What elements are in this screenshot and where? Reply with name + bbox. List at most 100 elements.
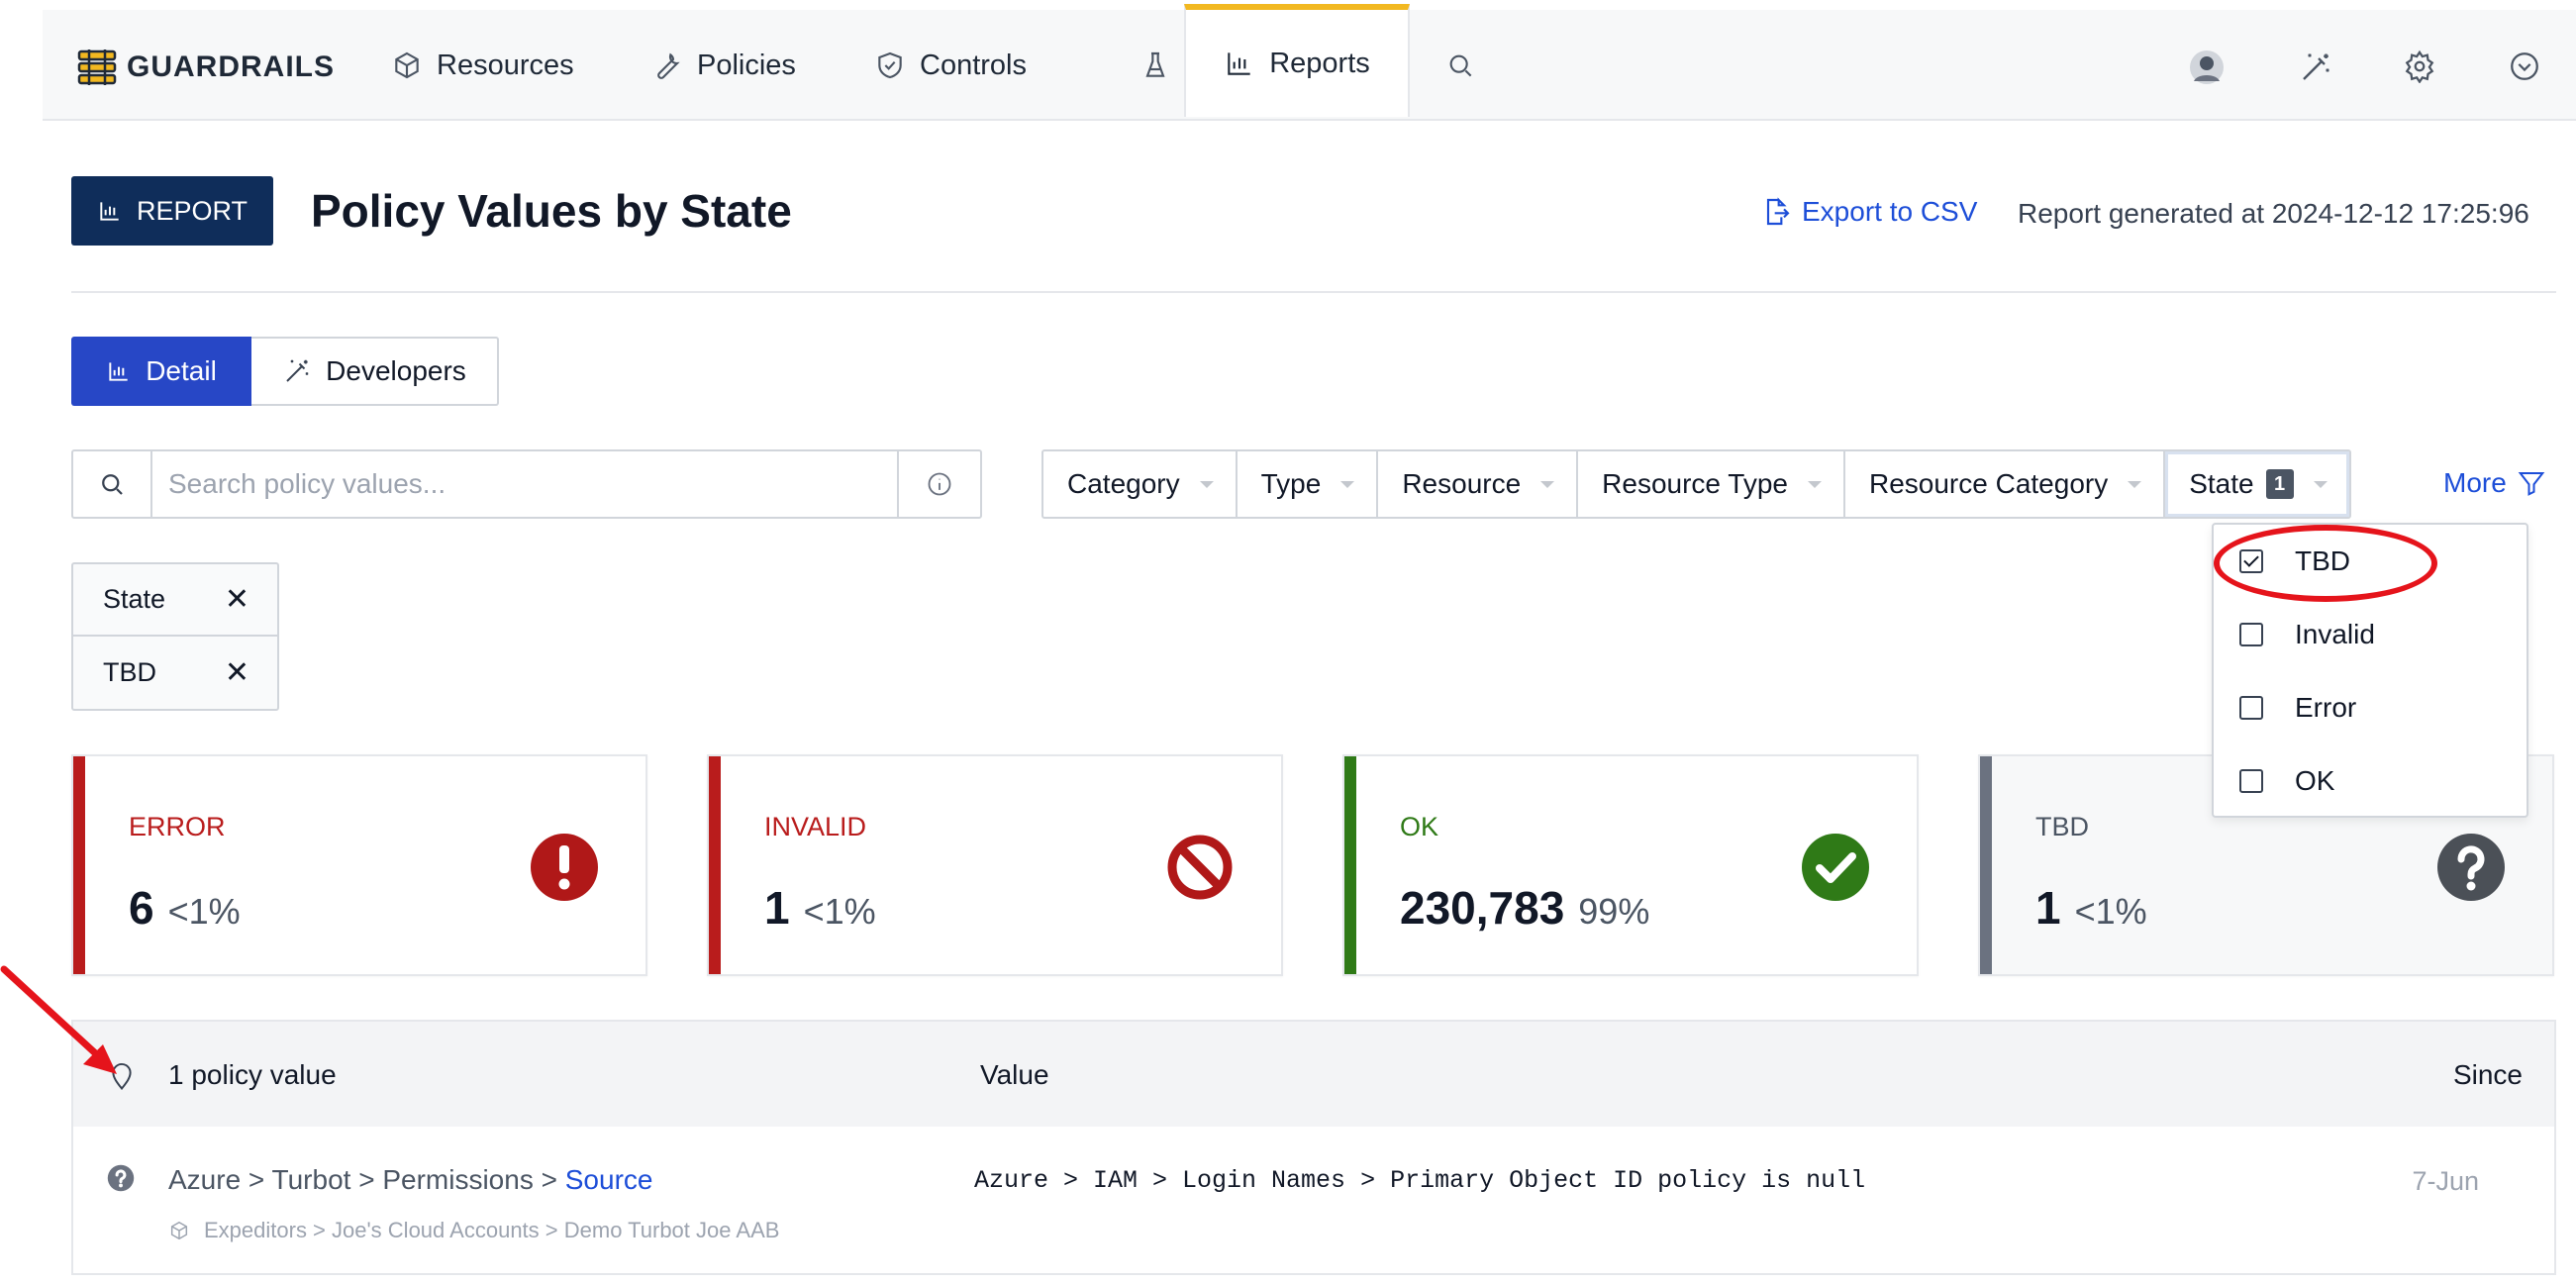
column-header-since[interactable]: Since [2453, 1059, 2523, 1091]
policy-path-breadcrumb: Azure > Turbot > Permissions > Source [168, 1164, 652, 1196]
card-value-row: 6 <1% [129, 881, 241, 935]
state-option-label: Invalid [2295, 619, 2375, 649]
card-percent: <1% [167, 891, 241, 932]
state-option-invalid[interactable]: Invalid [2214, 598, 2526, 671]
state-option-label: Error [2295, 692, 2357, 723]
caret-down-icon [1199, 480, 1214, 488]
nav-resources-label: Resources [437, 49, 574, 81]
stat-card-ok[interactable]: OK 230,783 99% [1342, 754, 1919, 976]
brand-name: GUARDRAILS [127, 50, 335, 83]
state-option-label: OK [2295, 765, 2335, 796]
nav-reports[interactable]: Reports [1184, 4, 1410, 117]
filter-resource-category-label: Resource Category [1868, 468, 2109, 499]
tab-developers[interactable]: Developers [251, 337, 499, 406]
resource-path-breadcrumb: Expeditors > Joe's Cloud Accounts > Demo… [168, 1218, 779, 1243]
nav-policies[interactable]: Policies [651, 10, 796, 121]
card-label: OK [1400, 812, 1439, 841]
nav-flask[interactable] [1139, 10, 1171, 121]
info-icon[interactable] [897, 451, 980, 517]
applied-filter-key: State ✕ [73, 564, 277, 637]
table-row[interactable]: Azure > Turbot > Permissions > Source Ex… [71, 1127, 2556, 1275]
cube-icon [170, 1221, 188, 1240]
nav-controls[interactable]: Controls [874, 10, 1027, 121]
checkbox-icon[interactable] [2239, 696, 2263, 720]
state-option-error[interactable]: Error [2214, 671, 2526, 744]
gear-icon [2405, 49, 2434, 84]
export-csv-label: Export to CSV [1802, 196, 1978, 227]
table-header: 1 policy value Value Since [71, 1020, 2556, 1129]
search-box [71, 449, 982, 519]
nav-controls-label: Controls [920, 49, 1027, 81]
stat-card-error[interactable]: ERROR 6 <1% [71, 754, 647, 976]
caret-down-icon [2313, 480, 2328, 488]
report-badge: REPORT [71, 176, 273, 246]
card-label: ERROR [129, 812, 226, 841]
settings-button[interactable] [2403, 49, 2438, 85]
column-header-value[interactable]: Value [980, 1059, 1049, 1091]
stat-card-invalid[interactable]: INVALID 1 <1% [707, 754, 1283, 976]
filter-state-count-badge: 1 [2265, 469, 2294, 499]
card-percent: <1% [2074, 891, 2147, 932]
since-date: 7-Jun [2412, 1166, 2479, 1196]
tab-detail-label: Detail [146, 355, 217, 386]
card-label: INVALID [764, 812, 867, 841]
checkbox-icon[interactable] [2239, 623, 2263, 646]
export-csv-link[interactable]: Export to CSV [1760, 196, 1977, 228]
bar-chart-icon [100, 202, 119, 221]
filter-state[interactable]: State 1 [2165, 451, 2348, 517]
caret-down-icon [2128, 480, 2142, 488]
tab-detail[interactable]: Detail [71, 337, 251, 406]
more-filters-button[interactable]: More [2443, 467, 2546, 499]
guardrails-logo-icon [77, 49, 117, 85]
state-option-ok[interactable]: OK [2214, 744, 2526, 818]
card-label: TBD [2035, 812, 2089, 841]
card-value: 230,783 [1400, 882, 1565, 934]
policy-source-link[interactable]: Source [565, 1164, 653, 1195]
check-circle-icon [1802, 834, 1869, 901]
card-value: 1 [2035, 882, 2061, 934]
card-value: 1 [764, 882, 790, 934]
filter-resource-category[interactable]: Resource Category [1845, 451, 2166, 517]
file-export-icon [1766, 197, 1790, 226]
remove-filter-key-icon[interactable]: ✕ [225, 582, 249, 617]
filter-resource[interactable]: Resource [1378, 451, 1579, 517]
magic-wand-button[interactable] [2298, 49, 2333, 85]
shield-check-icon [878, 51, 902, 79]
brand-logo[interactable]: GUARDRAILS [77, 49, 335, 85]
table-count-label: 1 policy value [168, 1059, 337, 1090]
card-percent: 99% [1578, 891, 1650, 932]
applied-filter-value-label: TBD [103, 657, 156, 687]
avatar[interactable] [2189, 49, 2225, 85]
card-accent-bar [1344, 756, 1356, 974]
bar-chart-icon [109, 362, 128, 381]
header-divider [71, 291, 2556, 293]
search-icon [1449, 54, 1472, 77]
nav-reports-label: Reports [1269, 47, 1370, 79]
remove-filter-value-icon[interactable]: ✕ [225, 655, 249, 690]
checkbox-icon[interactable] [2239, 769, 2263, 793]
search-input[interactable] [168, 461, 861, 507]
applied-filter-value: TBD ✕ [73, 637, 277, 709]
filter-state-label: State [2189, 468, 2254, 499]
caret-down-icon [1807, 480, 1822, 488]
filter-category[interactable]: Category [1043, 451, 1238, 517]
applied-filter-key-label: State [103, 584, 166, 614]
prohibited-icon [1167, 835, 1233, 900]
cube-icon [395, 51, 419, 79]
resource-path-label[interactable]: Expeditors > Joe's Cloud Accounts > Demo… [204, 1218, 779, 1243]
policy-value-text: Azure > IAM > Login Names > Primary Obje… [974, 1166, 1866, 1195]
filter-type[interactable]: Type [1238, 451, 1379, 517]
top-nav: GUARDRAILS Resources Policies Controls R… [43, 4, 2576, 121]
question-circle-icon [2437, 834, 2505, 901]
nav-resources[interactable]: Resources [391, 10, 574, 121]
wrench-icon [657, 52, 680, 79]
filter-resource-type[interactable]: Resource Type [1578, 451, 1845, 517]
account-menu-button[interactable] [2508, 49, 2543, 85]
chevron-circle-icon [2511, 52, 2538, 80]
nav-search[interactable] [1444, 10, 1476, 121]
card-value: 6 [129, 882, 154, 934]
filter-category-label: Category [1067, 468, 1180, 499]
funnel-icon [2518, 472, 2545, 496]
filter-resource-type-label: Resource Type [1602, 468, 1788, 499]
card-value-row: 1 <1% [764, 881, 876, 935]
